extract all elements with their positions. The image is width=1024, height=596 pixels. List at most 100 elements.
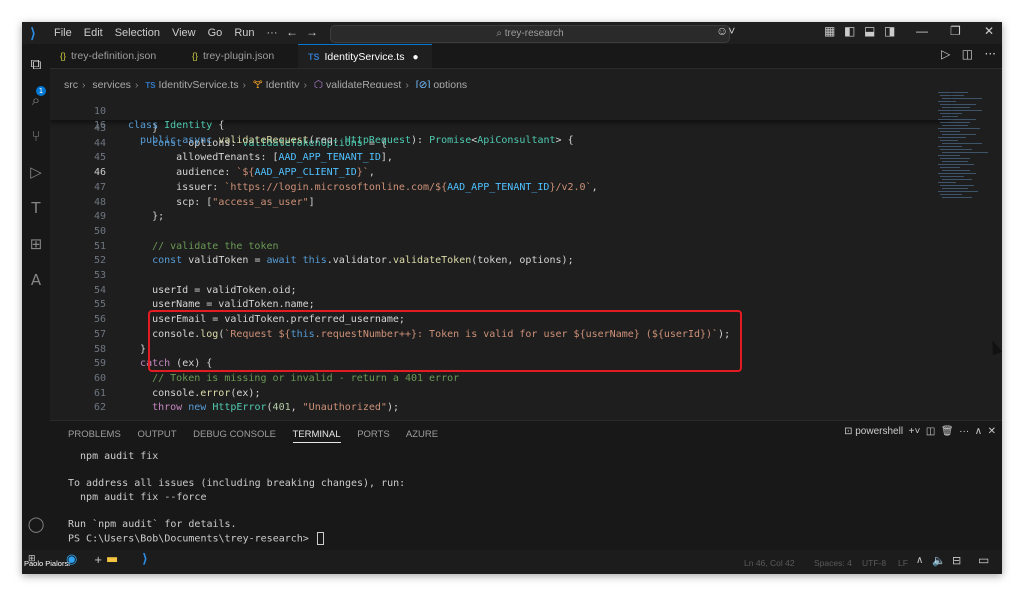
more-icon[interactable]: ··· xyxy=(959,426,969,437)
run-icon[interactable]: ▷ xyxy=(941,47,950,61)
toggle-panel-icon[interactable]: ⬓ xyxy=(864,24,875,38)
extensions-icon[interactable]: ⊞ xyxy=(26,234,46,254)
tab-trey-plugin[interactable]: {} trey-plugin.json xyxy=(182,44,296,68)
minimap-line xyxy=(942,134,976,135)
close-window-icon[interactable]: ✕ xyxy=(984,24,994,38)
plus-icon[interactable]: + xyxy=(94,555,102,566)
chat-icon[interactable]: ▭ xyxy=(978,553,989,567)
more-actions-icon[interactable]: ··· xyxy=(985,47,996,61)
status-eol[interactable]: LF xyxy=(898,558,908,568)
accounts-icon[interactable]: ◯ xyxy=(26,514,46,534)
code-line[interactable]: 49 }; xyxy=(50,210,930,225)
split-editor-icon[interactable]: ◫ xyxy=(962,47,973,61)
terminal-line: Run `npm audit` for details. xyxy=(68,518,237,530)
edge-browser-icon[interactable]: ◉ xyxy=(66,552,77,567)
menu-more[interactable]: ··· xyxy=(261,22,284,44)
forward-arrow-icon[interactable]: → xyxy=(306,25,318,39)
menu-file[interactable]: File xyxy=(48,22,78,44)
status-encoding[interactable]: UTF-8 xyxy=(862,558,886,568)
editor-tab-bar: {} trey-definition.json {} trey-plugin.jso… xyxy=(50,44,1002,69)
code-line[interactable]: 45 allowedTenants: [AAD_APP_TENANT_ID], xyxy=(50,151,930,166)
code-line[interactable]: 62 throw new HttpError(401, "Unauthorize… xyxy=(50,401,930,416)
unsaved-dot-icon[interactable]: ● xyxy=(412,52,418,63)
tab-problems[interactable]: PROBLEMS xyxy=(68,429,121,440)
volume-icon[interactable]: 🔈 xyxy=(932,554,946,567)
minimap-line xyxy=(940,140,958,141)
minimap-line xyxy=(942,116,958,117)
code-editor[interactable]: 43 } 44 const options: ValidateTokenOptio… xyxy=(50,88,1002,418)
customize-layout-icon[interactable]: ▦ xyxy=(824,24,835,38)
back-arrow-icon[interactable]: ← xyxy=(286,25,298,39)
tab-terminal[interactable]: TERMINAL xyxy=(292,429,341,443)
status-indentation[interactable]: Spaces: 4 xyxy=(814,558,852,568)
run-debug-icon[interactable]: ▷ xyxy=(26,162,46,182)
code-line[interactable]: 60 // Token is missing or invalid - retu… xyxy=(50,372,930,387)
search-view-icon[interactable]: ⌕ xyxy=(26,90,46,110)
minimap-line xyxy=(940,158,970,159)
close-panel-icon[interactable]: ✕ xyxy=(988,426,996,437)
tab-trey-definition[interactable]: {} trey-definition.json xyxy=(50,44,180,68)
search-icon: ⌕ xyxy=(496,28,505,39)
minimap[interactable] xyxy=(938,92,992,212)
new-terminal-icon[interactable]: +˅ xyxy=(909,426,921,437)
code-line[interactable]: 47 issuer: `https://login.microsoftonlin… xyxy=(50,181,930,196)
line-number: 52 xyxy=(93,255,106,267)
tab-label: trey-plugin.json xyxy=(203,50,275,62)
minimap-line xyxy=(940,194,962,195)
menu-selection[interactable]: Selection xyxy=(109,22,166,44)
tab-output[interactable]: OUTPUT xyxy=(137,429,176,440)
shell-label[interactable]: powershell xyxy=(855,426,903,437)
minimap-line xyxy=(938,128,980,129)
tab-azure[interactable]: AZURE xyxy=(406,429,438,440)
tab-identity-service[interactable]: TS IdentityService.ts ● xyxy=(298,44,432,68)
code-line[interactable]: 54 userId = validToken.oid; xyxy=(50,284,930,299)
json-file-icon: {} xyxy=(60,51,67,61)
line-number: 60 xyxy=(93,372,106,384)
terminal-line: PS C:\Users\Bob\Documents\trey-research> xyxy=(68,532,324,545)
line-number: 16 xyxy=(93,120,106,132)
tab-debug-console[interactable]: DEBUG CONSOLE xyxy=(193,429,276,440)
trash-icon[interactable]: 🗑 xyxy=(941,426,954,437)
notification-icon[interactable]: ⊟ xyxy=(952,554,961,567)
code-line[interactable]: 53 xyxy=(50,269,930,284)
vscode-taskbar-icon[interactable]: ⟩ xyxy=(142,552,148,567)
source-control-icon[interactable]: ⑂ xyxy=(26,126,46,146)
code-line[interactable]: 50 xyxy=(50,225,930,240)
code-line[interactable]: 51 // validate the token xyxy=(50,240,930,255)
line-number: 46 xyxy=(93,167,106,179)
menu-run[interactable]: Run xyxy=(228,22,260,44)
tab-ports[interactable]: PORTS xyxy=(357,429,390,440)
sticky-line[interactable]: 16 public async validateRequest(req: Htt… xyxy=(50,105,950,146)
code-line[interactable]: 46 audience: `${AAD_APP_CLIENT_ID}`, xyxy=(50,166,930,181)
minimap-line xyxy=(942,170,970,171)
toggle-secondary-sidebar-icon[interactable]: ◨ xyxy=(884,24,895,38)
minimize-icon[interactable]: — xyxy=(916,24,928,38)
code-line[interactable]: 61 console.error(ex); xyxy=(50,387,930,402)
restore-icon[interactable]: ❐ xyxy=(950,24,961,38)
code-text: throw new HttpError(401, "Unauthorized")… xyxy=(152,402,399,414)
code-line[interactable]: 52 const validToken = await this.validat… xyxy=(50,254,930,269)
maximize-panel-icon[interactable]: ∧ xyxy=(975,426,982,437)
menu-view[interactable]: View xyxy=(166,22,202,44)
line-number: 58 xyxy=(93,343,106,355)
copilot-icon[interactable]: ☺˅ xyxy=(716,24,735,38)
tab-label: trey-definition.json xyxy=(71,50,157,62)
line-number: 59 xyxy=(93,358,106,370)
split-terminal-icon[interactable]: ◫ xyxy=(926,426,935,437)
command-center-search[interactable]: ⌕ trey-research xyxy=(330,25,730,43)
teams-toolkit-icon[interactable]: T xyxy=(26,198,46,218)
code-line[interactable]: 48 scp: ["access_as_user"] xyxy=(50,196,930,211)
azure-icon[interactable]: A xyxy=(26,270,46,290)
menu-edit[interactable]: Edit xyxy=(78,22,109,44)
code-text: // Token is missing or invalid - return … xyxy=(128,372,460,384)
explorer-icon[interactable]: ⧉ xyxy=(26,54,46,74)
sticky-line[interactable]: 10 class Identity { xyxy=(50,90,950,132)
vscode-logo-icon[interactable]: ⟩ xyxy=(24,25,42,41)
tray-chevron-icon[interactable]: ∧ xyxy=(916,555,923,566)
sticky-scroll[interactable]: 10 class Identity { 16 public async vali… xyxy=(50,88,950,146)
toggle-sidebar-icon[interactable]: ◧ xyxy=(844,24,855,38)
status-cursor-position[interactable]: Ln 46, Col 42 xyxy=(744,558,795,568)
minimap-line xyxy=(940,167,960,168)
file-explorer-icon[interactable]: ▬ xyxy=(106,552,118,567)
menu-go[interactable]: Go xyxy=(202,22,229,44)
